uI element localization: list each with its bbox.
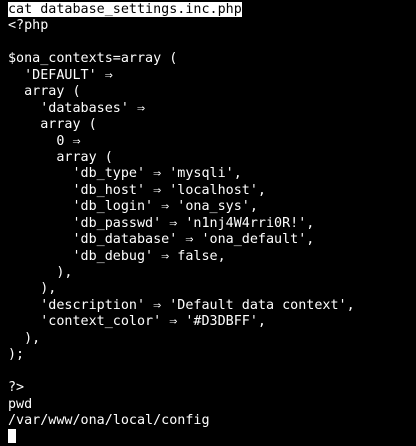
terminal-line: ); <box>8 347 25 363</box>
terminal-window[interactable]: cat database_settings.inc.php <?php $ona… <box>0 0 416 444</box>
text-cursor <box>8 429 16 444</box>
terminal-line: 0 ⇒ <box>8 133 81 149</box>
terminal-line: 'description' ⇒ 'Default data context', <box>8 297 355 313</box>
terminal-line: 'db_type' ⇒ 'mysqli', <box>8 166 242 182</box>
terminal-line: ), <box>8 265 73 280</box>
terminal-line: 'db_passwd' ⇒ 'n1nj4W4rri0R!', <box>8 215 315 231</box>
terminal-prompt-line[interactable] <box>8 429 416 445</box>
terminal-line: ?> <box>8 380 25 396</box>
terminal-line: 'db_login' ⇒ 'ona_sys', <box>8 199 258 215</box>
terminal-line: array ( <box>8 149 113 165</box>
highlighted-command: cat database_settings.inc.php <box>8 2 242 17</box>
terminal-line: array ( <box>8 117 97 133</box>
terminal-line: 'context_color' ⇒ '#D3DBFF', <box>8 314 266 330</box>
terminal-line: pwd <box>8 396 33 412</box>
terminal-line: 'DEFAULT' ⇒ <box>8 67 113 83</box>
terminal-line: $ona_contexts=array ( <box>8 51 178 67</box>
terminal-line: /var/www/ona/local/config <box>8 412 210 428</box>
terminal-line: 'db_debug' ⇒ false, <box>8 248 226 264</box>
terminal-line-command: cat database_settings.inc.php <box>8 2 416 18</box>
terminal-line: array ( <box>8 84 81 100</box>
terminal-line: 'db_database' ⇒ 'ona_default', <box>8 232 315 248</box>
terminal-line: 'databases' ⇒ <box>8 100 146 116</box>
terminal-line: 'db_host' ⇒ 'localhost', <box>8 182 266 198</box>
terminal-line: ), <box>8 281 57 297</box>
terminal-line: <?php <box>8 18 49 34</box>
terminal-line: ), <box>8 330 41 346</box>
